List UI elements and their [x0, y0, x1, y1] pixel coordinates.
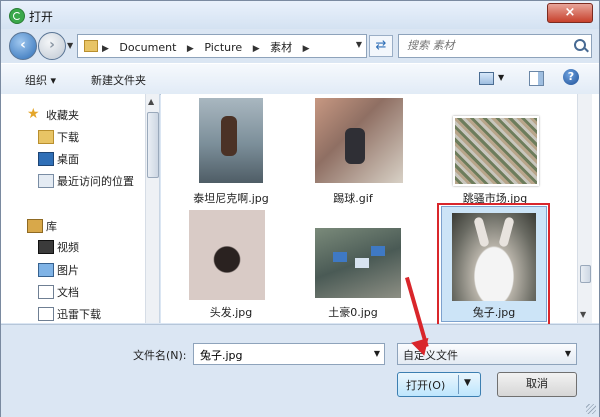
view-icon[interactable] — [479, 72, 494, 85]
nav-favorites-label: 收藏夹 — [46, 109, 79, 122]
nav-scroll-thumb[interactable] — [147, 112, 159, 178]
forward-arrow-icon: › — [49, 37, 55, 53]
library-icon — [27, 219, 43, 233]
breadcrumb: ▶ Document ▶ Picture ▶ 素材 ▶ — [102, 39, 317, 55]
address-dropdown-icon[interactable]: ▼ — [356, 40, 362, 49]
file-item[interactable]: 踢球.gif — [307, 98, 403, 206]
close-button[interactable]: × — [547, 3, 593, 23]
address-bar[interactable]: ▶ Document ▶ Picture ▶ 素材 ▶ ▼ — [77, 34, 367, 58]
file-name: 头发.jpg — [209, 306, 253, 319]
nav-item-label: 图片 — [57, 264, 79, 277]
file-list-scroll-thumb[interactable] — [580, 265, 591, 283]
open-button-divider — [458, 375, 459, 394]
recent-places-icon — [38, 174, 54, 188]
file-thumbnail — [453, 116, 539, 186]
picture-library-icon — [38, 263, 54, 277]
command-bar: 组织 ▾ 新建文件夹 ▼ ? — [1, 63, 599, 95]
forward-button[interactable]: › — [38, 32, 66, 60]
filename-input[interactable] — [198, 347, 362, 362]
nav-item-label: 迅雷下载 — [57, 308, 101, 321]
breadcrumb-document[interactable]: Document — [119, 41, 176, 54]
search-icon[interactable] — [574, 39, 586, 51]
address-row: ‹ › ▼ ▶ Document ▶ Picture ▶ 素材 ▶ ▼ ⇄ — [1, 29, 599, 63]
nav-item-label: 最近访问的位置 — [57, 175, 134, 188]
file-name: 泰坦尼克啊.jpg — [193, 192, 269, 205]
history-dropdown-icon[interactable]: ▼ — [67, 41, 73, 50]
nav-item-label: 视频 — [57, 241, 79, 254]
help-icon[interactable]: ? — [563, 69, 579, 85]
cancel-button[interactable]: 取消 — [497, 372, 577, 397]
refresh-button[interactable]: ⇄ — [369, 35, 393, 57]
breadcrumb-separator-icon: ▶ — [252, 44, 260, 54]
file-item[interactable]: 泰坦尼克啊.jpg — [185, 98, 277, 206]
folder-icon — [84, 40, 98, 52]
filetype-dropdown-icon: ▼ — [564, 349, 571, 358]
navigation-pane: ★ 收藏夹 下载 桌面 最近访问的位置 库 视频 图片 文档 迅雷下载 ▲ — [1, 94, 160, 323]
breadcrumb-current[interactable]: 素材 — [270, 41, 292, 54]
new-folder-button[interactable]: 新建文件夹 — [91, 72, 146, 88]
scroll-down-icon[interactable]: ▼ — [580, 310, 586, 319]
file-name: 土豪0.jpg — [328, 306, 378, 319]
star-icon: ★ — [27, 106, 40, 122]
breadcrumb-separator-icon: ▶ — [102, 44, 109, 54]
open-dropdown-icon[interactable]: ▼ — [464, 378, 471, 388]
breadcrumb-picture[interactable]: Picture — [204, 41, 242, 54]
browser-icon — [9, 8, 25, 24]
document-library-icon — [38, 285, 54, 299]
filename-label: 文件名(N): — [133, 349, 187, 362]
nav-scrollbar[interactable]: ▲ — [145, 94, 159, 323]
desktop-icon — [38, 152, 54, 166]
nav-libraries-label: 库 — [46, 220, 57, 233]
open-button[interactable]: 打开(O) ▼ — [397, 372, 481, 397]
scroll-up-icon[interactable]: ▲ — [148, 97, 154, 106]
file-name: 踢球.gif — [333, 192, 373, 205]
open-file-dialog: 打开 × ‹ › ▼ ▶ Document ▶ Picture ▶ 素材 ▶ ▼… — [0, 0, 600, 417]
file-thumbnail — [315, 98, 403, 183]
title-bar: 打开 × — [1, 1, 599, 29]
file-item[interactable]: 跳骚市场.jpg — [445, 98, 545, 206]
view-dropdown-icon[interactable]: ▼ — [498, 73, 504, 82]
download-folder-icon — [38, 130, 54, 144]
preview-pane-icon[interactable] — [529, 71, 544, 86]
file-item[interactable]: 土豪0.jpg — [307, 210, 401, 320]
dialog-footer: 文件名(N): ▼ 自定义文件 ▼ 打开(O) ▼ 取消 — [1, 324, 599, 417]
organize-button[interactable]: 组织 ▾ — [25, 72, 56, 88]
nav-item-label: 文档 — [57, 286, 79, 299]
thunder-download-icon — [38, 307, 54, 321]
breadcrumb-separator-icon: ▶ — [302, 44, 310, 54]
breadcrumb-separator-icon: ▶ — [186, 44, 194, 54]
back-arrow-icon: ‹ — [20, 37, 26, 53]
file-thumbnail — [189, 210, 265, 300]
video-library-icon — [38, 240, 54, 254]
highlight-box — [437, 203, 550, 326]
dialog-title: 打开 — [29, 10, 54, 24]
file-thumbnail — [315, 228, 401, 298]
filename-dropdown-icon[interactable]: ▼ — [374, 349, 380, 358]
nav-item-label: 桌面 — [57, 153, 79, 166]
filename-field[interactable]: ▼ — [193, 343, 385, 365]
back-button[interactable]: ‹ — [9, 32, 37, 60]
file-thumbnail — [199, 98, 263, 183]
search-input[interactable] — [405, 38, 567, 53]
file-list-scrollbar[interactable]: ▼ — [577, 94, 592, 323]
search-box[interactable] — [398, 34, 592, 58]
nav-item-label: 下载 — [57, 131, 79, 144]
file-item[interactable]: 头发.jpg — [185, 210, 277, 320]
resize-grip[interactable] — [586, 404, 596, 414]
open-button-label: 打开(O) — [406, 379, 446, 392]
